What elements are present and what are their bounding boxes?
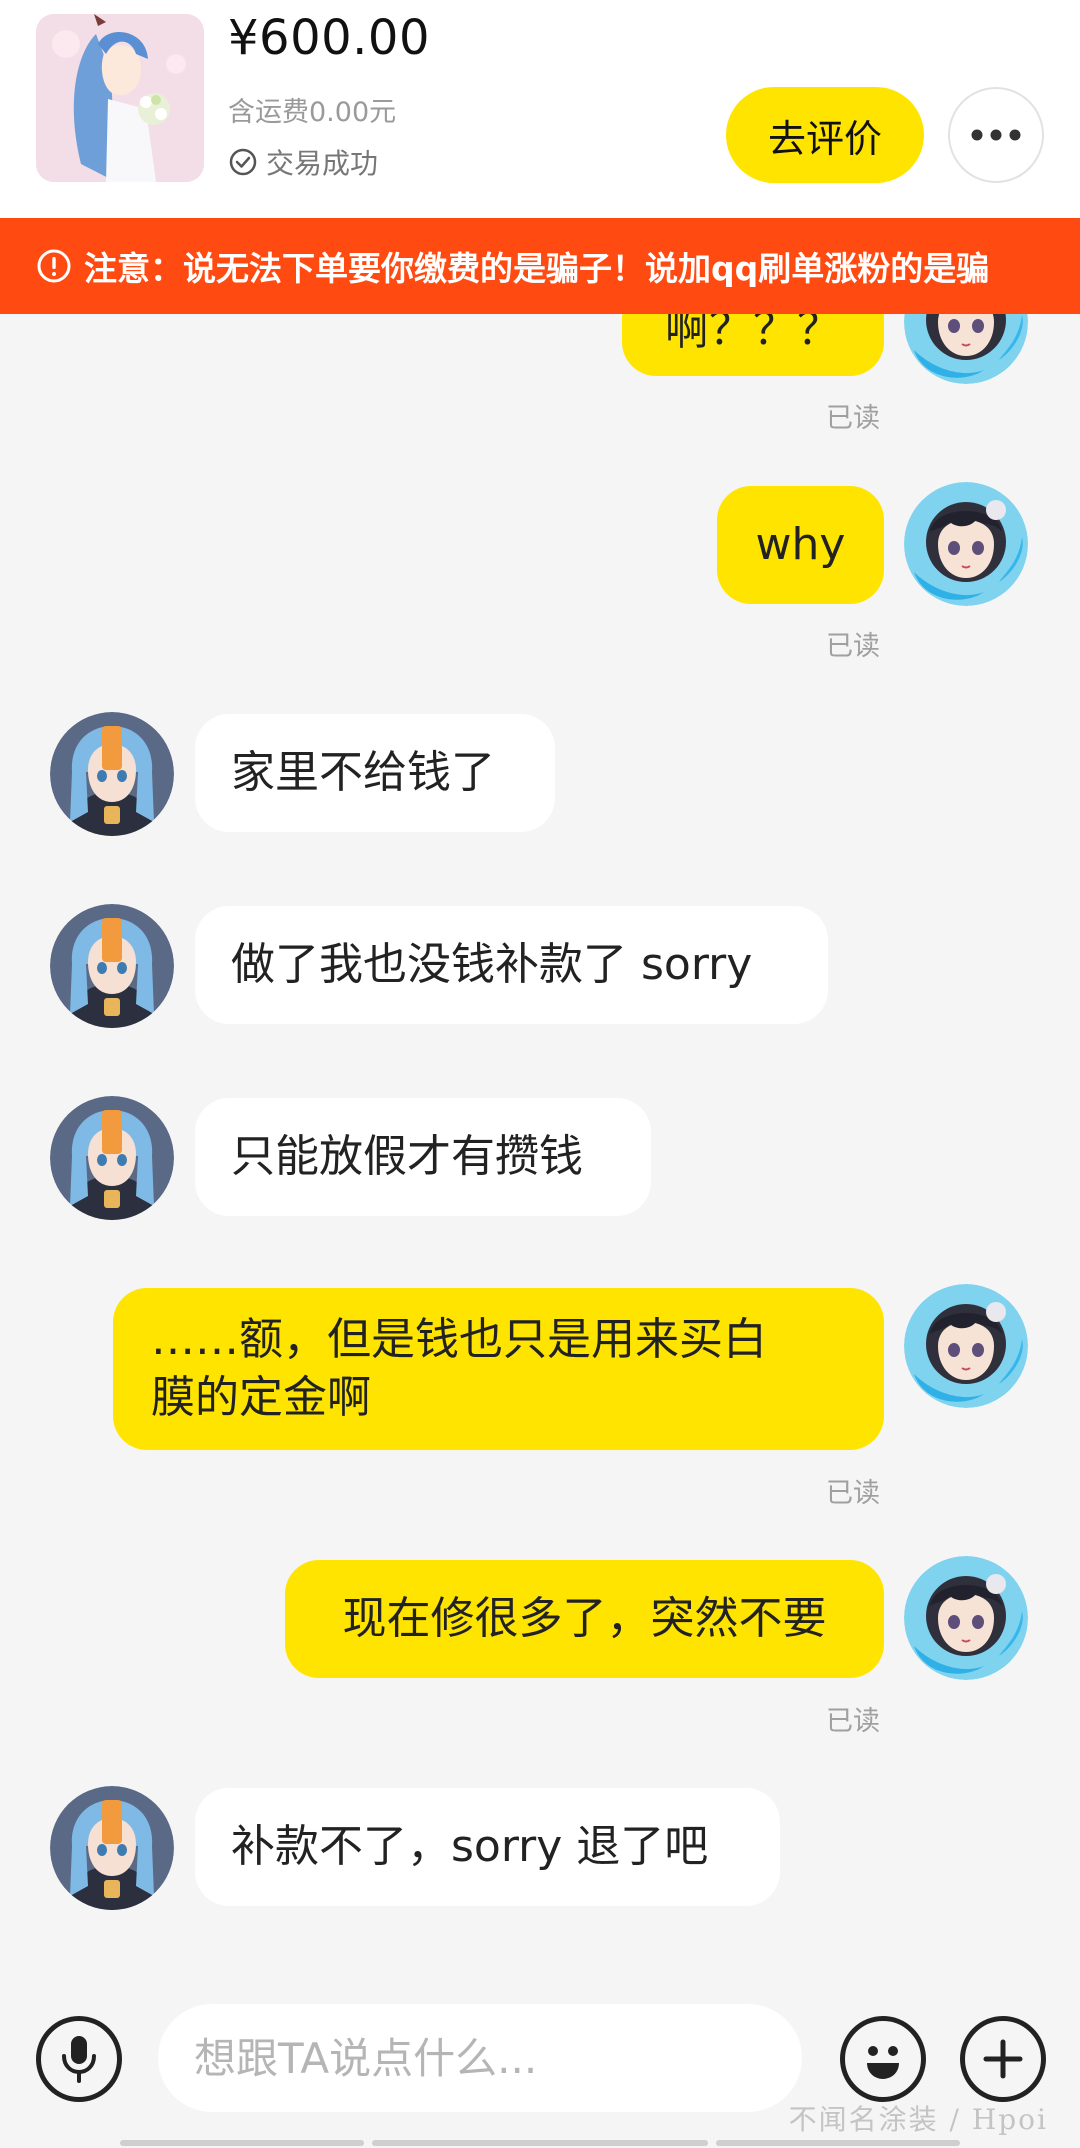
message-bubble-received[interactable]: 只能放假才有攒钱 [195, 1098, 651, 1216]
my-avatar-image [904, 482, 1028, 606]
more-button[interactable] [948, 87, 1044, 183]
chat-page: ¥600.00 含运费0.00元 交易成功 去评价 注意：说无法下单要你缴费的是… [0, 0, 1080, 2148]
review-button[interactable]: 去评价 [726, 87, 924, 183]
warning-text: 注意：说无法下单要你缴费的是骗子！说加qq刷单涨粉的是骗 [84, 249, 990, 288]
more-horizontal-icon [971, 129, 1021, 141]
more-actions-button[interactable] [960, 2016, 1046, 2102]
read-receipt: 已读 [826, 1706, 880, 1737]
read-receipt: 已读 [826, 1478, 880, 1509]
message-list[interactable]: 啊？？？ 已读 why 已读 家里不给钱了 做了我也没钱补款了 sorry 只能… [0, 260, 1080, 1980]
check-circle-icon [229, 148, 257, 176]
gesture-bar-left [120, 2140, 364, 2146]
my-avatar[interactable] [904, 1284, 1028, 1408]
seller-avatar-image [50, 904, 174, 1028]
message-text: 只能放假才有攒钱 [231, 1131, 583, 1182]
message-text-line: 膜的定金啊 [151, 1372, 371, 1423]
seller-avatar-image [50, 1786, 174, 1910]
fraud-warning-banner: 注意：说无法下单要你缴费的是骗子！说加qq刷单涨粉的是骗 [0, 218, 1080, 314]
emoji-button[interactable] [840, 2016, 926, 2102]
message-bubble-received[interactable]: 家里不给钱了 [195, 714, 555, 832]
order-status-text: 交易成功 [266, 147, 379, 180]
my-avatar-image [904, 1556, 1028, 1680]
read-receipt: 已读 [826, 631, 880, 662]
message-bubble-sent[interactable]: ……额，但是钱也只是用来买白 膜的定金啊 [113, 1288, 884, 1450]
product-image [36, 14, 204, 182]
seller-avatar[interactable] [50, 904, 174, 1028]
message-bubble-sent[interactable]: 现在修很多了，突然不要 [285, 1560, 884, 1678]
voice-button[interactable] [36, 2016, 122, 2102]
message-text: 现在修很多了，突然不要 [342, 1593, 827, 1644]
microphone-icon [62, 2036, 96, 2083]
message-text: 家里不给钱了 [231, 747, 495, 798]
my-avatar[interactable] [904, 1556, 1028, 1680]
seller-avatar-image [50, 712, 174, 836]
message-bubble-sent[interactable]: why [717, 486, 884, 604]
watermark: 不闻名涂装 / Hpoi [788, 2103, 1048, 2136]
seller-avatar-image [50, 1096, 174, 1220]
seller-avatar[interactable] [50, 1786, 174, 1910]
my-avatar[interactable] [904, 482, 1028, 606]
message-text: 补款不了，sorry 退了吧 [231, 1821, 709, 1872]
order-price: ¥600.00 [228, 10, 430, 66]
message-text: why [755, 519, 846, 570]
my-avatar-image [904, 1284, 1028, 1408]
order-status: 交易成功 [228, 142, 378, 182]
order-header: ¥600.00 含运费0.00元 交易成功 去评价 [0, 0, 1080, 218]
product-thumbnail[interactable] [36, 14, 204, 182]
seller-avatar[interactable] [50, 1096, 174, 1220]
warning-icon [37, 249, 71, 283]
input-bar: 不闻名涂装 / Hpoi [0, 1980, 1080, 2148]
message-bubble-received[interactable]: 做了我也没钱补款了 sorry [195, 906, 828, 1024]
emoji-icon [867, 2046, 899, 2079]
message-text-line: ……额，但是钱也只是用来买白 [151, 1314, 767, 1365]
gesture-bar-center [372, 2140, 708, 2146]
seller-avatar[interactable] [50, 712, 174, 836]
read-receipt: 已读 [826, 403, 880, 434]
plus-icon [983, 2039, 1023, 2079]
shipping-fee: 含运费0.00元 [228, 97, 397, 128]
gesture-bar-right [716, 2140, 960, 2146]
message-text: 做了我也没钱补款了 sorry [231, 939, 753, 990]
message-input[interactable] [158, 2004, 802, 2112]
message-bubble-received[interactable]: 补款不了，sorry 退了吧 [195, 1788, 780, 1906]
